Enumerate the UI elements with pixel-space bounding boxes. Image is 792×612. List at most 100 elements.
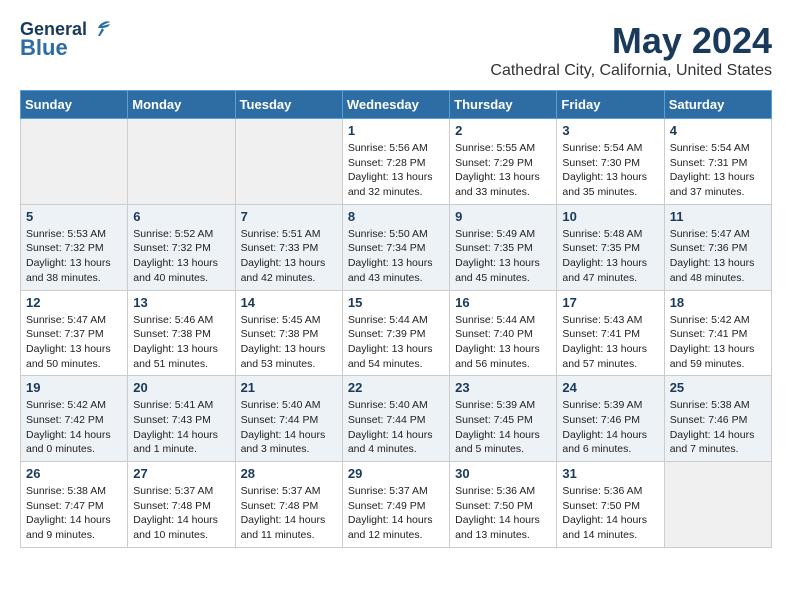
day-info: Sunrise: 5:49 AM Sunset: 7:35 PM Dayligh…	[455, 227, 551, 286]
calendar-cell: 19 Sunrise: 5:42 AM Sunset: 7:42 PM Dayli…	[21, 376, 128, 462]
week-row-1: 1 Sunrise: 5:56 AM Sunset: 7:28 PM Daylig…	[21, 119, 772, 205]
day-info: Sunrise: 5:37 AM Sunset: 7:49 PM Dayligh…	[348, 484, 444, 543]
day-number: 16	[455, 295, 551, 310]
header-monday: Monday	[128, 91, 235, 119]
day-number: 17	[562, 295, 658, 310]
day-info: Sunrise: 5:36 AM Sunset: 7:50 PM Dayligh…	[455, 484, 551, 543]
calendar-cell: 3 Sunrise: 5:54 AM Sunset: 7:30 PM Daylig…	[557, 119, 664, 205]
day-number: 1	[348, 123, 444, 138]
calendar-cell: 6Sunrise: 5:52 AM Sunset: 7:32 PM Daylig…	[128, 204, 235, 290]
day-info: Sunrise: 5:55 AM Sunset: 7:29 PM Dayligh…	[455, 141, 551, 200]
calendar-cell: 16 Sunrise: 5:44 AM Sunset: 7:40 PM Dayli…	[450, 290, 557, 376]
day-number: 11	[670, 209, 766, 224]
calendar-cell	[664, 462, 771, 548]
day-number: 21	[241, 380, 337, 395]
calendar-cell	[128, 119, 235, 205]
calendar-cell: 26 Sunrise: 5:38 AM Sunset: 7:47 PM Dayli…	[21, 462, 128, 548]
day-info: Sunrise: 5:36 AM Sunset: 7:50 PM Dayligh…	[562, 484, 658, 543]
month-title: May 2024	[490, 20, 772, 62]
day-number: 24	[562, 380, 658, 395]
day-info: Sunrise: 5:42 AM Sunset: 7:41 PM Dayligh…	[670, 313, 766, 372]
day-info: Sunrise: 5:44 AM Sunset: 7:39 PM Dayligh…	[348, 313, 444, 372]
calendar-cell: 8Sunrise: 5:50 AM Sunset: 7:34 PM Daylig…	[342, 204, 449, 290]
day-number: 19	[26, 380, 122, 395]
day-info: Sunrise: 5:47 AM Sunset: 7:37 PM Dayligh…	[26, 313, 122, 372]
day-info: Sunrise: 5:54 AM Sunset: 7:31 PM Dayligh…	[670, 141, 766, 200]
week-row-4: 19 Sunrise: 5:42 AM Sunset: 7:42 PM Dayli…	[21, 376, 772, 462]
day-number: 30	[455, 466, 551, 481]
calendar-cell	[21, 119, 128, 205]
logo-text-blue: Blue	[20, 36, 68, 60]
day-number: 12	[26, 295, 122, 310]
calendar-cell: 23 Sunrise: 5:39 AM Sunset: 7:45 PM Dayli…	[450, 376, 557, 462]
calendar-cell: 4 Sunrise: 5:54 AM Sunset: 7:31 PM Daylig…	[664, 119, 771, 205]
day-info: Sunrise: 5:51 AM Sunset: 7:33 PM Dayligh…	[241, 227, 337, 286]
calendar-cell: 11 Sunrise: 5:47 AM Sunset: 7:36 PM Dayli…	[664, 204, 771, 290]
day-info: Sunrise: 5:56 AM Sunset: 7:28 PM Dayligh…	[348, 141, 444, 200]
day-number: 4	[670, 123, 766, 138]
day-info: Sunrise: 5:38 AM Sunset: 7:47 PM Dayligh…	[26, 484, 122, 543]
calendar-cell: 31 Sunrise: 5:36 AM Sunset: 7:50 PM Dayli…	[557, 462, 664, 548]
day-info: Sunrise: 5:38 AM Sunset: 7:46 PM Dayligh…	[670, 398, 766, 457]
calendar-cell: 14 Sunrise: 5:45 AM Sunset: 7:38 PM Dayli…	[235, 290, 342, 376]
calendar-table: SundayMondayTuesdayWednesdayThursdayFrid…	[20, 90, 772, 548]
header-thursday: Thursday	[450, 91, 557, 119]
week-row-2: 5Sunrise: 5:53 AM Sunset: 7:32 PM Daylig…	[21, 204, 772, 290]
day-number: 26	[26, 466, 122, 481]
header-sunday: Sunday	[21, 91, 128, 119]
day-number: 8	[348, 209, 444, 224]
day-info: Sunrise: 5:52 AM Sunset: 7:32 PM Dayligh…	[133, 227, 229, 286]
day-number: 31	[562, 466, 658, 481]
calendar-cell: 15 Sunrise: 5:44 AM Sunset: 7:39 PM Dayli…	[342, 290, 449, 376]
page-header: General Blue May 2024 Cathedral City, Ca…	[20, 20, 772, 80]
day-info: Sunrise: 5:42 AM Sunset: 7:42 PM Dayligh…	[26, 398, 122, 457]
calendar-cell: 18 Sunrise: 5:42 AM Sunset: 7:41 PM Dayli…	[664, 290, 771, 376]
calendar-cell: 2 Sunrise: 5:55 AM Sunset: 7:29 PM Daylig…	[450, 119, 557, 205]
calendar-cell: 28 Sunrise: 5:37 AM Sunset: 7:48 PM Dayli…	[235, 462, 342, 548]
day-number: 13	[133, 295, 229, 310]
day-number: 9	[455, 209, 551, 224]
calendar-cell: 17Sunrise: 5:43 AM Sunset: 7:41 PM Dayli…	[557, 290, 664, 376]
header-wednesday: Wednesday	[342, 91, 449, 119]
day-info: Sunrise: 5:39 AM Sunset: 7:46 PM Dayligh…	[562, 398, 658, 457]
calendar-cell: 9 Sunrise: 5:49 AM Sunset: 7:35 PM Daylig…	[450, 204, 557, 290]
day-info: Sunrise: 5:37 AM Sunset: 7:48 PM Dayligh…	[241, 484, 337, 543]
logo: General Blue	[20, 20, 112, 60]
day-info: Sunrise: 5:41 AM Sunset: 7:43 PM Dayligh…	[133, 398, 229, 457]
day-info: Sunrise: 5:40 AM Sunset: 7:44 PM Dayligh…	[348, 398, 444, 457]
calendar-cell: 7 Sunrise: 5:51 AM Sunset: 7:33 PM Daylig…	[235, 204, 342, 290]
header-friday: Friday	[557, 91, 664, 119]
day-number: 2	[455, 123, 551, 138]
day-number: 15	[348, 295, 444, 310]
calendar-cell: 25 Sunrise: 5:38 AM Sunset: 7:46 PM Dayli…	[664, 376, 771, 462]
calendar-cell: 30 Sunrise: 5:36 AM Sunset: 7:50 PM Dayli…	[450, 462, 557, 548]
day-number: 29	[348, 466, 444, 481]
day-info: Sunrise: 5:39 AM Sunset: 7:45 PM Dayligh…	[455, 398, 551, 457]
day-number: 22	[348, 380, 444, 395]
day-info: Sunrise: 5:46 AM Sunset: 7:38 PM Dayligh…	[133, 313, 229, 372]
calendar-cell	[235, 119, 342, 205]
day-number: 18	[670, 295, 766, 310]
day-number: 7	[241, 209, 337, 224]
day-number: 14	[241, 295, 337, 310]
day-info: Sunrise: 5:37 AM Sunset: 7:48 PM Dayligh…	[133, 484, 229, 543]
day-info: Sunrise: 5:45 AM Sunset: 7:38 PM Dayligh…	[241, 313, 337, 372]
calendar-cell: 10Sunrise: 5:48 AM Sunset: 7:35 PM Dayli…	[557, 204, 664, 290]
day-info: Sunrise: 5:47 AM Sunset: 7:36 PM Dayligh…	[670, 227, 766, 286]
day-info: Sunrise: 5:48 AM Sunset: 7:35 PM Dayligh…	[562, 227, 658, 286]
day-number: 23	[455, 380, 551, 395]
location-title: Cathedral City, California, United State…	[490, 62, 772, 80]
calendar-cell: 12 Sunrise: 5:47 AM Sunset: 7:37 PM Dayli…	[21, 290, 128, 376]
calendar-header-row: SundayMondayTuesdayWednesdayThursdayFrid…	[21, 91, 772, 119]
header-tuesday: Tuesday	[235, 91, 342, 119]
day-number: 3	[562, 123, 658, 138]
title-area: May 2024 Cathedral City, California, Uni…	[490, 20, 772, 80]
calendar-cell: 24 Sunrise: 5:39 AM Sunset: 7:46 PM Dayli…	[557, 376, 664, 462]
day-number: 20	[133, 380, 229, 395]
day-number: 25	[670, 380, 766, 395]
day-info: Sunrise: 5:44 AM Sunset: 7:40 PM Dayligh…	[455, 313, 551, 372]
day-number: 28	[241, 466, 337, 481]
day-info: Sunrise: 5:54 AM Sunset: 7:30 PM Dayligh…	[562, 141, 658, 200]
calendar-cell: 20 Sunrise: 5:41 AM Sunset: 7:43 PM Dayli…	[128, 376, 235, 462]
calendar-cell: 5Sunrise: 5:53 AM Sunset: 7:32 PM Daylig…	[21, 204, 128, 290]
